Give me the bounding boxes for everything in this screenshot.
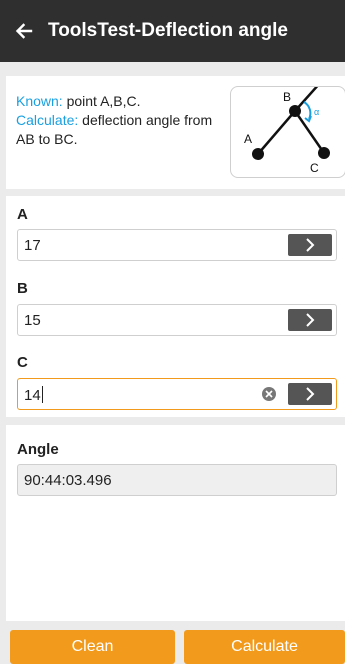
- back-button[interactable]: [10, 11, 38, 51]
- page-title: ToolsTest-Deflection angle: [48, 20, 288, 41]
- point-a-select-button[interactable]: [288, 234, 332, 256]
- point-c-select-button[interactable]: [288, 383, 332, 405]
- point-c-marker: [318, 147, 330, 159]
- angle-result-value: 90:44:03.496: [24, 472, 112, 489]
- app-header: ToolsTest-Deflection angle: [0, 0, 345, 62]
- clear-input-button[interactable]: [262, 387, 276, 401]
- close-icon: [265, 390, 273, 398]
- point-c-value: 14: [24, 386, 43, 404]
- point-b-marker: [289, 105, 301, 117]
- calculate-button[interactable]: Calculate: [184, 630, 345, 664]
- angle-label: Angle: [17, 441, 59, 458]
- point-c-input[interactable]: 14: [17, 378, 337, 410]
- diagram-label-alpha: α: [314, 107, 319, 117]
- chevron-right-icon: [306, 313, 315, 327]
- known-value: point A,B,C.: [62, 93, 141, 109]
- info-card: Known: point A,B,C. Calculate: deflectio…: [6, 76, 345, 189]
- point-b-select-button[interactable]: [288, 309, 332, 331]
- known-label: Known:: [16, 93, 63, 109]
- point-a-input[interactable]: 17: [17, 229, 337, 261]
- deflection-diagram: A B C α: [230, 82, 345, 178]
- diagram-label-c: C: [310, 161, 319, 175]
- point-a-value: 17: [24, 237, 41, 254]
- section-divider: [6, 417, 345, 425]
- calculate-label: Calculate:: [16, 112, 79, 128]
- chevron-right-icon: [306, 387, 315, 401]
- field-label-c: C: [17, 354, 28, 371]
- field-label-a: A: [17, 206, 28, 223]
- point-b-value: 15: [24, 312, 41, 329]
- point-b-input[interactable]: 15: [17, 304, 337, 336]
- field-label-b: B: [17, 280, 28, 297]
- info-text: Known: point A,B,C. Calculate: deflectio…: [16, 92, 216, 149]
- action-bar: Clean Calculate: [0, 630, 345, 664]
- angle-result-field: 90:44:03.496: [17, 464, 337, 496]
- text-caret: [41, 386, 43, 403]
- arrow-left-icon: [15, 23, 33, 39]
- diagram-label-b: B: [283, 90, 291, 104]
- diagram-label-a: A: [244, 132, 252, 146]
- input-form: A 17 B 15 C 14 Angle 90:44:03.496: [6, 196, 345, 621]
- deflection-diagram-svg: A B C α: [244, 82, 330, 175]
- point-a-marker: [252, 148, 264, 160]
- point-c-value-text: 14: [24, 387, 41, 404]
- clean-button[interactable]: Clean: [10, 630, 175, 664]
- chevron-right-icon: [306, 238, 315, 252]
